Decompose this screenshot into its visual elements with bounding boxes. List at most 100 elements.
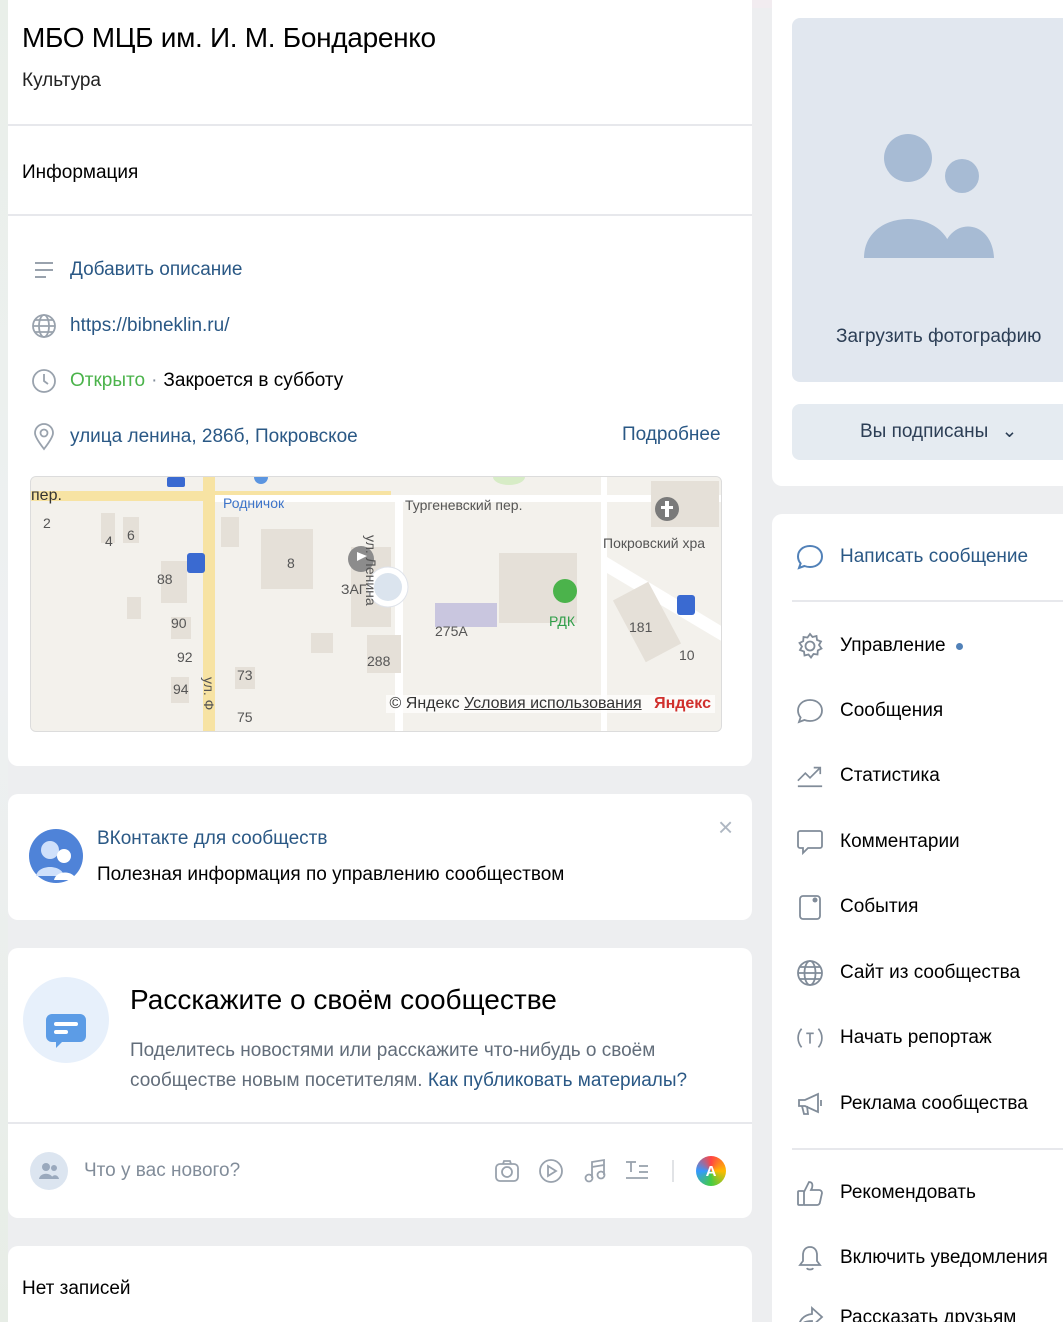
map-label: 4: [105, 533, 113, 549]
map-label: ЗАГ: [341, 581, 367, 597]
action-label: Реклама сообщества: [840, 1093, 1028, 1114]
action-events[interactable]: События: [796, 891, 918, 923]
calendar-icon: [796, 893, 824, 921]
map-label: 94: [173, 681, 189, 697]
action-site-from-community[interactable]: Сайт из сообщества: [796, 957, 1020, 989]
action-label: Статистика: [840, 765, 940, 786]
website-row[interactable]: https://bibneklin.ru/: [30, 310, 229, 342]
action-tell-friends[interactable]: Рассказать друзьям: [796, 1302, 1016, 1322]
video-icon[interactable]: [538, 1158, 564, 1189]
status-open: Открыто: [70, 370, 146, 391]
website-link[interactable]: https://bibneklin.ru/: [70, 315, 229, 337]
subscribed-text: Вы подписаны: [860, 421, 989, 442]
group-icon: [39, 1163, 59, 1179]
bell-icon: [796, 1244, 824, 1272]
action-comments[interactable]: Комментарии: [796, 826, 960, 858]
map-label: 275А: [435, 623, 468, 639]
map-label: 8: [287, 555, 295, 571]
subscribed-label[interactable]: Вы подписаны ⌄: [860, 420, 1017, 443]
map-label: 88: [157, 571, 173, 587]
chevron-down-icon: ⌄: [1001, 421, 1018, 442]
map-label: 92: [177, 649, 193, 665]
action-enable-notifications[interactable]: Включить уведомления: [796, 1242, 1048, 1274]
yandex-logo[interactable]: Яндекс: [654, 695, 711, 712]
action-recommend[interactable]: Рекомендовать: [796, 1177, 976, 1209]
article-icon[interactable]: [624, 1158, 650, 1189]
upload-photo-label[interactable]: Загрузить фотографию: [836, 326, 1041, 348]
music-icon[interactable]: [582, 1158, 608, 1189]
comment-icon: [796, 828, 824, 856]
map-label: 10: [679, 647, 695, 663]
status-closes: Закроется в субботу: [163, 370, 344, 391]
map-label: 90: [171, 615, 187, 631]
trend-up-icon: [796, 762, 824, 790]
add-description-row[interactable]: Добавить описание: [30, 254, 242, 286]
map-label: 181: [629, 619, 653, 635]
thumbs-up-icon: [796, 1179, 824, 1207]
camera-icon[interactable]: [494, 1158, 520, 1189]
group-name: МБО МЦБ им. И. М. Бондаренко: [22, 22, 436, 53]
map-label: Родничок: [223, 495, 285, 511]
map-terms-link[interactable]: Условия использования: [464, 695, 642, 712]
divider: [792, 1148, 1063, 1150]
action-label: Сообщения: [840, 700, 944, 721]
megaphone-icon: [796, 1090, 824, 1118]
map-label: 6: [127, 527, 135, 543]
divider: [8, 124, 752, 126]
map-label: 73: [237, 667, 253, 683]
clock-icon: [30, 367, 58, 395]
divider: [792, 600, 1063, 602]
divider: [8, 214, 752, 216]
action-start-broadcast[interactable]: Начать репортаж: [796, 1022, 992, 1054]
lines-icon: [30, 256, 58, 284]
status-separator: ·: [151, 370, 158, 391]
divider: [8, 1122, 752, 1124]
more-details-link[interactable]: Подробнее: [622, 424, 721, 446]
address-row[interactable]: улица ленина, 286б, Покровское: [30, 421, 358, 453]
tip-subtitle: Полезная информация по управлению сообще…: [97, 864, 565, 885]
tell-text: Поделитесь новостями или расскажите что-…: [130, 1036, 700, 1096]
tell-title: Расскажите о своём сообществе: [130, 984, 557, 1015]
new-post-input[interactable]: Что у вас нового?: [84, 1160, 240, 1182]
action-label: Рекомендовать: [840, 1182, 976, 1203]
location-pin-icon: [30, 423, 58, 451]
map-label: ул. Ф: [201, 677, 217, 711]
post-message-icon: [22, 976, 110, 1064]
share-icon: [796, 1304, 824, 1322]
action-messages[interactable]: Сообщения: [796, 695, 943, 727]
action-label: Комментарии: [840, 831, 960, 852]
window-left-edge: [0, 0, 8, 1322]
no-posts-text: Нет записей: [22, 1278, 131, 1299]
map-label: Покровский хра: [603, 535, 706, 551]
map-label: 75: [237, 709, 253, 725]
yandex-map[interactable]: Родничок Тургеневский пер. Покровский хр…: [30, 476, 722, 732]
map-copyright: © Яндекс: [389, 695, 460, 712]
info-heading: Информация: [22, 162, 139, 183]
message-bubble-icon: [796, 697, 824, 725]
map-label: 288: [367, 653, 391, 669]
map-attribution: © Яндекс Условия использования Яндекс: [385, 695, 715, 713]
action-statistics[interactable]: Статистика: [796, 760, 940, 792]
action-manage[interactable]: Управление: [796, 630, 963, 662]
tip-title[interactable]: ВКонтакте для сообществ: [97, 828, 327, 850]
action-write-message[interactable]: Написать сообщение: [796, 541, 1028, 573]
map-label: 2: [43, 515, 51, 531]
communities-avatar-icon: [28, 820, 84, 892]
author-avatar[interactable]: A: [696, 1156, 726, 1186]
opening-hours-row[interactable]: Открыто · Закроется в субботу: [30, 365, 343, 397]
action-label: Написать сообщение: [840, 546, 1029, 567]
address-text[interactable]: улица ленина, 286б, Покровское: [70, 426, 358, 448]
add-description-link[interactable]: Добавить описание: [70, 259, 242, 281]
action-label: События: [840, 896, 919, 917]
action-label: Сайт из сообщества: [840, 962, 1021, 983]
gear-icon: [796, 632, 824, 660]
broadcast-icon: [796, 1024, 824, 1052]
toolbar-divider: [672, 1160, 674, 1182]
action-advertise-community[interactable]: Реклама сообщества: [796, 1088, 1028, 1120]
group-category[interactable]: Культура: [22, 70, 101, 92]
close-icon[interactable]: ×: [718, 812, 733, 843]
how-to-publish-link[interactable]: Как публиковать материалы?: [428, 1070, 687, 1091]
action-label: Рассказать друзьям: [840, 1307, 1017, 1322]
map-label: пер.: [31, 487, 62, 504]
message-bubble-icon: [796, 543, 824, 571]
